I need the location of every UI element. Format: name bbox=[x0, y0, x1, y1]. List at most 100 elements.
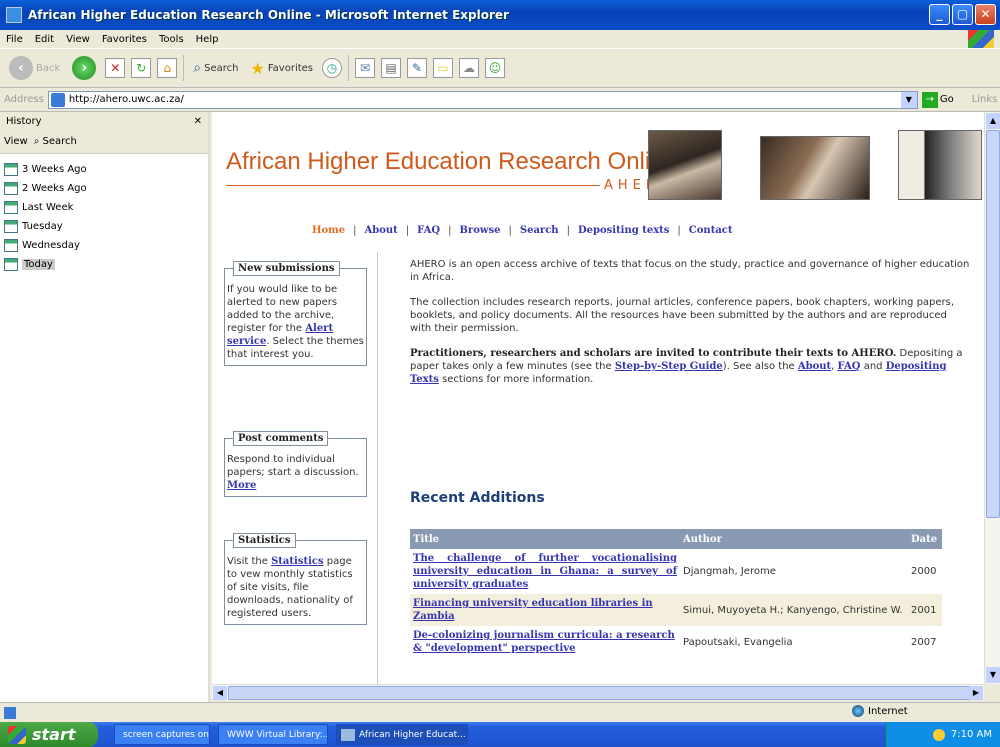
address-url: http://ahero.uwc.ac.za/ bbox=[68, 94, 184, 105]
ie-icon bbox=[341, 728, 355, 741]
faq-link[interactable]: FAQ bbox=[838, 361, 861, 372]
nav-divider: | bbox=[448, 225, 452, 236]
paper-title-link[interactable]: Financing university education libraries… bbox=[413, 598, 653, 622]
nav-search[interactable]: Search bbox=[520, 225, 559, 236]
column-date: Date bbox=[908, 529, 942, 549]
taskbar-item-label: WWW Virtual Library:... bbox=[227, 729, 328, 740]
about-link[interactable]: About bbox=[798, 361, 831, 372]
scroll-thumb[interactable] bbox=[228, 686, 970, 700]
paper-title-link[interactable]: The challenge of further vocationalising… bbox=[413, 553, 677, 590]
page-icon bbox=[50, 92, 65, 107]
taskbar-item[interactable]: screen captures on c... bbox=[114, 724, 210, 745]
back-label: Back bbox=[36, 62, 61, 74]
search-button[interactable]: ⌕ Search bbox=[190, 53, 241, 83]
go-button[interactable]: → Go bbox=[921, 91, 954, 108]
mail-icon[interactable]: ✉ bbox=[355, 58, 375, 78]
vertical-scrollbar[interactable]: ▲ ▼ bbox=[984, 112, 1000, 684]
header-photo bbox=[760, 136, 870, 200]
search-icon: ⌕ bbox=[33, 136, 40, 147]
statistics-text: Visit the bbox=[227, 556, 272, 567]
header-photo bbox=[648, 130, 722, 200]
scroll-up-icon[interactable]: ▲ bbox=[986, 113, 1000, 129]
paper-title-link[interactable]: De-colonizing journalism curricula: a re… bbox=[413, 630, 675, 654]
table-row: De-colonizing journalism curricula: a re… bbox=[410, 626, 942, 658]
scroll-thumb[interactable] bbox=[986, 130, 1000, 518]
calendar-icon bbox=[4, 182, 18, 195]
home-icon[interactable]: ⌂ bbox=[157, 58, 178, 78]
nav-contact[interactable]: Contact bbox=[689, 225, 733, 236]
history-item[interactable]: Tuesday bbox=[4, 217, 204, 236]
links-button[interactable]: Links bbox=[972, 94, 998, 105]
messenger-icon[interactable]: ☺ bbox=[485, 58, 505, 78]
discuss-icon[interactable]: ☁ bbox=[459, 58, 479, 78]
minimize-button[interactable]: _ bbox=[929, 4, 950, 25]
address-input[interactable]: http://ahero.uwc.ac.za/ ▼ bbox=[47, 90, 918, 109]
nav-faq[interactable]: FAQ bbox=[417, 225, 440, 236]
history-item[interactable]: 2 Weeks Ago bbox=[4, 179, 204, 198]
taskbar-item-active[interactable]: African Higher Educat... bbox=[336, 724, 468, 745]
history-item[interactable]: 3 Weeks Ago bbox=[4, 160, 204, 179]
column-title: Title bbox=[410, 529, 680, 549]
start-label: start bbox=[32, 725, 76, 744]
scroll-down-icon[interactable]: ▼ bbox=[986, 667, 1000, 683]
history-item[interactable]: Wednesday bbox=[4, 236, 204, 255]
step-by-step-link[interactable]: Step-by-Step Guide bbox=[615, 361, 723, 372]
history-close-icon[interactable]: ✕ bbox=[194, 116, 202, 127]
nav-depositing-texts[interactable]: Depositing texts bbox=[578, 225, 669, 236]
start-button[interactable]: start bbox=[0, 722, 98, 747]
taskbar-item[interactable]: WWW Virtual Library:... bbox=[218, 724, 328, 745]
menu-favorites[interactable]: Favorites bbox=[102, 34, 147, 45]
nav-divider: | bbox=[353, 225, 357, 236]
window-title: African Higher Education Research Online… bbox=[28, 8, 509, 22]
go-label: Go bbox=[939, 94, 954, 105]
calendar-icon bbox=[4, 201, 18, 214]
windows-logo-icon bbox=[968, 30, 994, 48]
scroll-left-icon[interactable]: ◀ bbox=[213, 686, 227, 700]
collection-paragraph: The collection includes research reports… bbox=[410, 297, 955, 334]
favorites-label: Favorites bbox=[267, 62, 313, 74]
folder-icon[interactable]: ▭ bbox=[433, 58, 453, 78]
history-icon[interactable]: ◷ bbox=[322, 58, 342, 78]
calendar-icon bbox=[4, 239, 18, 252]
history-view-button[interactable]: View bbox=[4, 136, 28, 147]
menu-tools[interactable]: Tools bbox=[159, 34, 184, 45]
menu-edit[interactable]: Edit bbox=[35, 34, 54, 45]
close-button[interactable]: ✕ bbox=[975, 4, 996, 25]
back-button[interactable]: ‹ Back bbox=[6, 53, 63, 83]
stop-icon[interactable]: ✕ bbox=[105, 58, 126, 78]
more-link[interactable]: More bbox=[227, 480, 256, 491]
maximize-button[interactable]: ▢ bbox=[952, 4, 973, 25]
system-tray: 7:10 AM bbox=[886, 722, 1000, 747]
site-nav: Home | About | FAQ | Browse | Search | Depositing … bbox=[212, 225, 984, 236]
nav-home[interactable]: Home bbox=[312, 225, 345, 236]
history-item[interactable]: Today bbox=[4, 255, 204, 274]
statistics-link[interactable]: Statistics bbox=[271, 556, 324, 567]
contribute-paragraph: Practitioners, researchers and scholars … bbox=[410, 347, 970, 386]
nav-divider: | bbox=[405, 225, 410, 236]
tray-icon[interactable] bbox=[932, 728, 945, 741]
edit-icon[interactable]: ✎ bbox=[407, 58, 427, 78]
post-comments-legend: Post comments bbox=[233, 431, 329, 446]
forward-arrow-icon: › bbox=[72, 56, 97, 80]
address-dropdown-icon[interactable]: ▼ bbox=[900, 91, 917, 108]
ie-icon bbox=[6, 7, 22, 23]
history-item[interactable]: Last Week bbox=[4, 198, 204, 217]
paper-author: Simui, Muyoyeta H.; Kanyengo, Christine … bbox=[680, 594, 908, 626]
nav-about[interactable]: About bbox=[364, 225, 397, 236]
taskbar-item-label: African Higher Educat... bbox=[359, 729, 466, 740]
menu-file[interactable]: File bbox=[6, 34, 23, 45]
horizontal-scrollbar[interactable]: ◀ ▶ bbox=[212, 684, 984, 700]
history-search-button[interactable]: ⌕ Search bbox=[34, 136, 77, 147]
menu-view[interactable]: View bbox=[66, 34, 90, 45]
scroll-right-icon[interactable]: ▶ bbox=[969, 686, 983, 700]
refresh-icon[interactable]: ↻ bbox=[131, 58, 152, 78]
nav-browse[interactable]: Browse bbox=[459, 225, 500, 236]
paper-date: 2001 bbox=[908, 594, 942, 626]
statistics-legend: Statistics bbox=[233, 533, 296, 548]
history-item-label: Last Week bbox=[22, 202, 74, 213]
forward-button[interactable]: › bbox=[69, 53, 99, 83]
menu-help[interactable]: Help bbox=[196, 34, 219, 45]
favorites-button[interactable]: ★ Favorites bbox=[247, 53, 316, 83]
print-icon[interactable]: ▤ bbox=[381, 58, 401, 78]
intro-text: AHERO is an open access archive of texts… bbox=[410, 258, 970, 398]
